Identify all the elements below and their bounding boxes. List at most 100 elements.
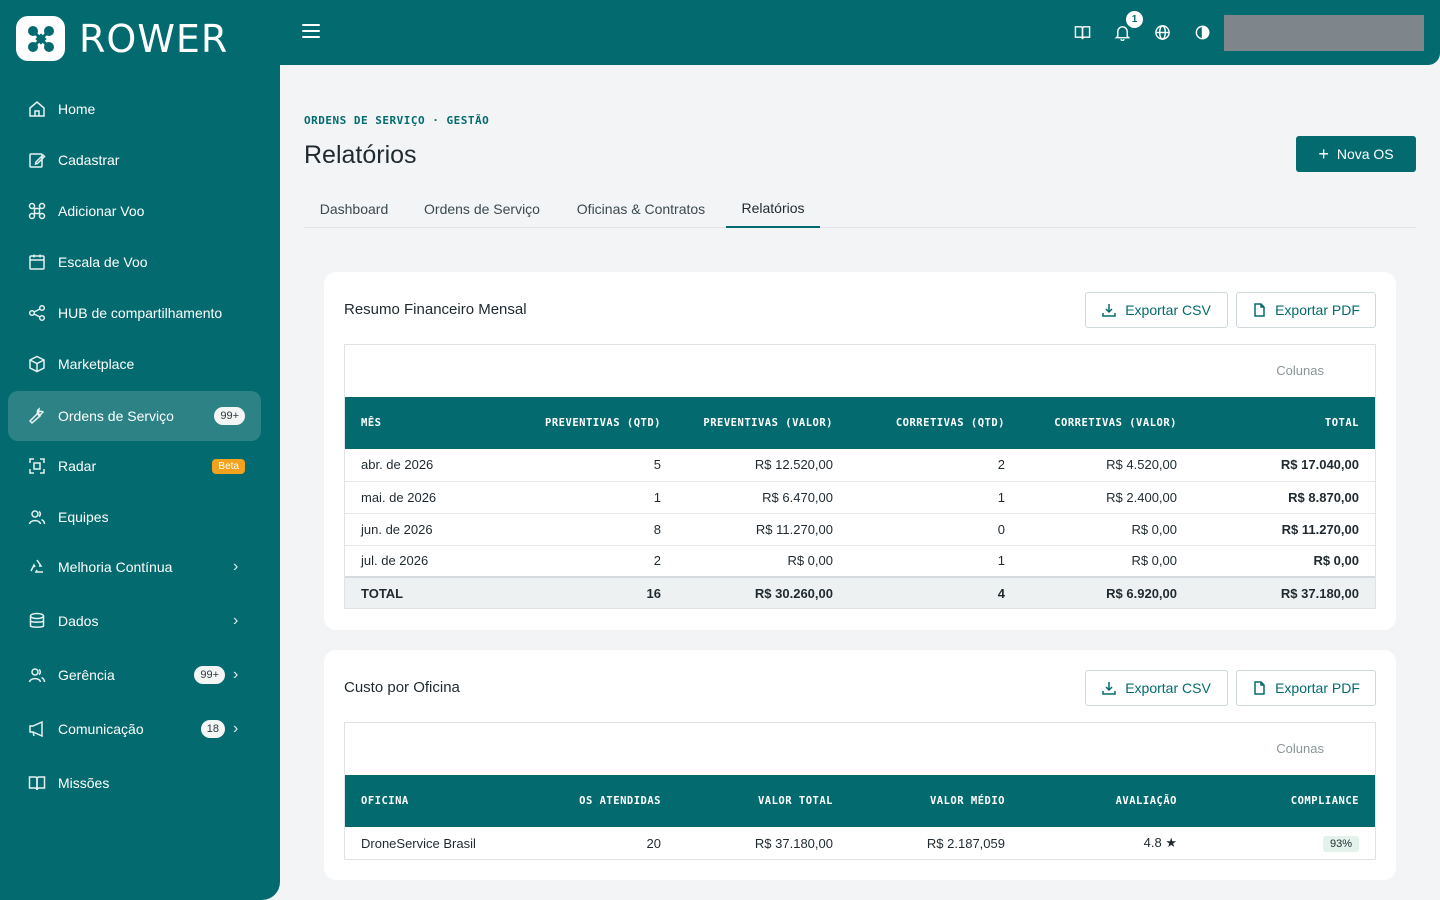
cell: 1 bbox=[849, 545, 1021, 578]
chevron-right-icon: › bbox=[233, 612, 239, 629]
megaphone-icon bbox=[28, 720, 46, 738]
tab-oficinas-contratos[interactable]: Oficinas & Contratos bbox=[560, 190, 722, 228]
export-csv-button[interactable]: Exportar CSV bbox=[1085, 670, 1228, 706]
table-row: mai. de 2026 1 R$ 6.470,00 1 R$ 2.400,00… bbox=[345, 481, 1375, 514]
columns-button[interactable]: Colunas bbox=[1276, 363, 1324, 378]
header-oficina[interactable]: OFICINA bbox=[345, 775, 505, 827]
compliance-badge: 93% bbox=[1322, 835, 1359, 852]
sidebar-item-ordens-de-servico[interactable]: Ordens de Serviço 99+ bbox=[8, 391, 261, 441]
cell: 8 bbox=[505, 513, 677, 546]
cell: 16 bbox=[505, 576, 677, 608]
calendar-icon bbox=[28, 253, 46, 271]
sidebar-item-gerencia[interactable]: Gerência 99+ › bbox=[8, 650, 261, 700]
sidebar-item-dados[interactable]: Dados › bbox=[8, 596, 261, 646]
custo-table: Colunas OFICINA OS ATENDIDAS VALOR TOTAL… bbox=[344, 722, 1376, 860]
sidebar-item-melhoria-continua[interactable]: Melhoria Contínua › bbox=[8, 542, 261, 592]
cell: 93% bbox=[1193, 827, 1375, 859]
card-title: Resumo Financeiro Mensal bbox=[344, 301, 527, 318]
cell: 0 bbox=[849, 513, 1021, 546]
sidebar-item-label: HUB de compartilhamento bbox=[58, 305, 223, 321]
new-os-label: Nova OS bbox=[1336, 146, 1394, 162]
table-row: DroneService Brasil 20 R$ 37.180,00 R$ 2… bbox=[345, 827, 1375, 859]
cell: 5 bbox=[505, 449, 677, 482]
card-title: Custo por Oficina bbox=[344, 679, 460, 696]
tab-relatorios[interactable]: Relatórios bbox=[726, 190, 820, 228]
cell: DroneService Brasil bbox=[361, 835, 476, 851]
sidebar-item-label: Marketplace bbox=[58, 356, 135, 372]
cell: abr. de 2026 bbox=[345, 449, 505, 482]
home-icon bbox=[28, 100, 46, 118]
pdf-icon bbox=[1254, 681, 1265, 695]
header-mes[interactable]: MÊS bbox=[345, 397, 505, 449]
new-os-button[interactable]: + Nova OS bbox=[1296, 136, 1416, 172]
columns-toggle: Colunas bbox=[345, 723, 1375, 775]
header-total[interactable]: TOTAL bbox=[1193, 397, 1375, 449]
sidebar-item-label: Missões bbox=[58, 775, 110, 791]
export-csv-label: Exportar CSV bbox=[1125, 680, 1211, 696]
cell: 20 bbox=[646, 835, 661, 851]
cell: R$ 12.520,00 bbox=[677, 449, 849, 482]
sidebar-item-escala-de-voo[interactable]: Escala de Voo bbox=[8, 237, 261, 287]
download-icon bbox=[1102, 304, 1116, 317]
download-icon bbox=[1102, 682, 1116, 695]
cell: R$ 2.187,059 bbox=[926, 835, 1005, 851]
header-preventivas-valor[interactable]: PREVENTIVAS (VALOR) bbox=[677, 397, 849, 449]
cell: R$ 37.180,00 bbox=[754, 835, 833, 851]
header-preventivas-qtd[interactable]: PREVENTIVAS (QTD) bbox=[505, 397, 677, 449]
header-corretivas-valor[interactable]: CORRETIVAS (VALOR) bbox=[1021, 397, 1193, 449]
cell: jul. de 2026 bbox=[345, 545, 505, 578]
globe-icon[interactable] bbox=[1154, 24, 1171, 41]
cell: R$ 37.180,00 bbox=[1193, 576, 1375, 608]
beta-badge: Beta bbox=[212, 458, 245, 474]
edit-icon bbox=[28, 151, 46, 169]
user-menu[interactable] bbox=[1224, 15, 1424, 51]
brand-logo[interactable]: ROWER bbox=[16, 16, 228, 61]
header-valor-medio[interactable]: VALOR MÉDIO bbox=[849, 775, 1021, 827]
export-pdf-button[interactable]: Exportar PDF bbox=[1236, 292, 1376, 328]
chevron-right-icon: › bbox=[233, 558, 239, 575]
share-icon bbox=[28, 304, 46, 322]
sidebar-item-comunicacao[interactable]: Comunicação 18 › bbox=[8, 704, 261, 754]
export-csv-button[interactable]: Exportar CSV bbox=[1085, 292, 1228, 328]
tab-ordens-de-servico[interactable]: Ordens de Serviço bbox=[408, 190, 556, 228]
chevron-right-icon: › bbox=[233, 720, 239, 737]
header-corretivas-qtd[interactable]: CORRETIVAS (QTD) bbox=[849, 397, 1021, 449]
export-pdf-label: Exportar PDF bbox=[1275, 302, 1360, 318]
bell-icon[interactable] bbox=[1114, 24, 1131, 42]
book-icon[interactable] bbox=[1074, 24, 1091, 41]
sidebar: ROWER Home Cadastrar Adicionar Voo Escal… bbox=[0, 0, 280, 900]
header-compliance[interactable]: COMPLIANCE bbox=[1193, 775, 1375, 827]
tab-dashboard[interactable]: Dashboard bbox=[304, 190, 404, 228]
drone-logo-icon bbox=[16, 16, 65, 61]
sidebar-item-equipes[interactable]: Equipes bbox=[8, 492, 261, 542]
table-header-row: MÊS PREVENTIVAS (QTD) PREVENTIVAS (VALOR… bbox=[345, 397, 1375, 449]
sidebar-item-radar[interactable]: Radar Beta bbox=[8, 441, 261, 491]
cell: 2 bbox=[849, 449, 1021, 482]
sidebar-item-label: Comunicação bbox=[58, 721, 144, 737]
sidebar-item-label: Cadastrar bbox=[58, 152, 120, 168]
menu-icon[interactable] bbox=[302, 24, 320, 40]
header-valor-total[interactable]: VALOR TOTAL bbox=[677, 775, 849, 827]
cell: R$ 2.400,00 bbox=[1021, 481, 1193, 514]
sidebar-item-missoes[interactable]: Missões bbox=[8, 758, 261, 808]
sidebar-item-hub[interactable]: HUB de compartilhamento bbox=[8, 288, 261, 338]
cell: 4 bbox=[849, 576, 1021, 608]
cell: mai. de 2026 bbox=[345, 481, 505, 514]
sidebar-item-label: Equipes bbox=[58, 509, 109, 525]
sidebar-item-label: Escala de Voo bbox=[58, 254, 148, 270]
header-os-atendidas[interactable]: OS ATENDIDAS bbox=[505, 775, 677, 827]
table-header-row: OFICINA OS ATENDIDAS VALOR TOTAL VALOR M… bbox=[345, 775, 1375, 827]
sidebar-item-label: Home bbox=[58, 101, 96, 117]
book-icon bbox=[28, 774, 46, 792]
sidebar-item-marketplace[interactable]: Marketplace bbox=[8, 339, 261, 389]
cell: R$ 6.920,00 bbox=[1021, 576, 1193, 608]
header-avaliacao[interactable]: AVALIAÇÃO bbox=[1021, 775, 1193, 827]
sidebar-item-cadastrar[interactable]: Cadastrar bbox=[8, 135, 261, 185]
sidebar-item-label: Radar bbox=[58, 458, 97, 474]
brand-name: ROWER bbox=[79, 16, 229, 61]
sidebar-item-adicionar-voo[interactable]: Adicionar Voo bbox=[8, 186, 261, 236]
theme-toggle-icon[interactable] bbox=[1194, 24, 1211, 41]
export-pdf-button[interactable]: Exportar PDF bbox=[1236, 670, 1376, 706]
sidebar-item-home[interactable]: Home bbox=[8, 84, 261, 134]
columns-button[interactable]: Colunas bbox=[1276, 741, 1324, 756]
